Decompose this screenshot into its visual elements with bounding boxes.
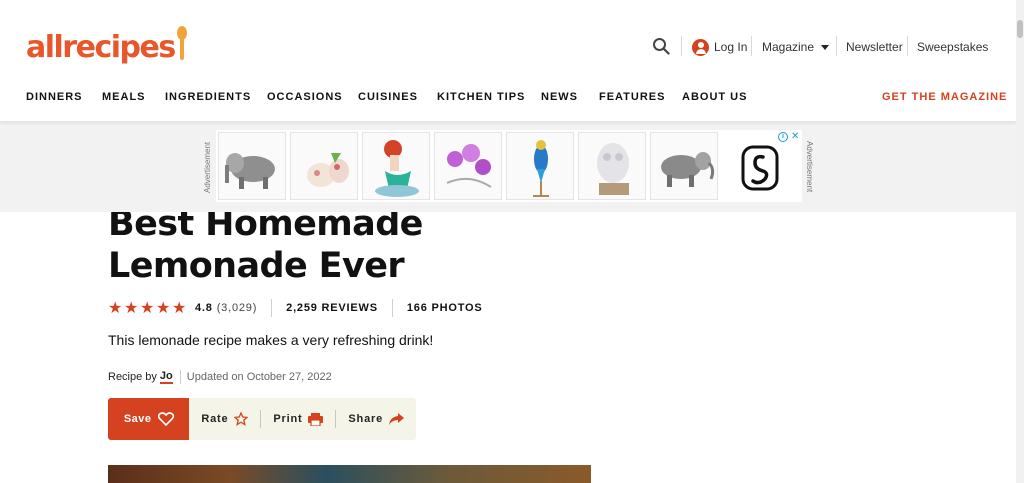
photos-link[interactable]: 166 PHOTOS [407, 302, 483, 314]
byline: Recipe by Jo Updated on October 27, 2022 [108, 370, 332, 384]
star-outline-icon [234, 412, 249, 426]
get-the-magazine-link[interactable]: GET THE MAGAZINE [882, 91, 1007, 103]
ad-choices[interactable]: i ✕ [778, 131, 802, 143]
star-icon: ★ [156, 299, 172, 317]
rating-value: 4.8 [195, 302, 213, 314]
caret-down-icon [821, 44, 830, 50]
ad-product-owl[interactable] [578, 132, 646, 200]
magazine-label: Magazine [762, 40, 815, 54]
reviews-link[interactable]: 2,259 REVIEWS [286, 302, 378, 314]
divider [271, 299, 273, 317]
star-icon: ★ [172, 299, 188, 317]
recipe-title: Best Homemade Lemonade Ever [108, 204, 423, 286]
divider [836, 36, 837, 56]
share-arrow-icon [389, 413, 404, 425]
divider [179, 370, 181, 384]
divider [391, 299, 393, 317]
updated-date: Updated on October 27, 2022 [186, 371, 332, 383]
nav-item-features[interactable]: FEATURES [599, 91, 665, 103]
printer-icon [308, 412, 324, 426]
divider [681, 36, 682, 56]
nav-item-kitchen-tips[interactable]: KITCHEN TIPS [437, 91, 525, 103]
save-label: Save [123, 413, 152, 425]
allrecipes-logo[interactable]: allrecipes [26, 26, 188, 66]
sweepstakes-link[interactable]: Sweepstakes [917, 36, 988, 58]
nav-item-ingredients[interactable]: INGREDIENTS [165, 91, 251, 103]
ad-close-icon[interactable]: ✕ [791, 132, 799, 142]
share-button[interactable]: Share [336, 398, 416, 440]
rating-count: (3,029) [216, 302, 258, 314]
print-label: Print [273, 413, 303, 425]
share-label: Share [348, 413, 383, 425]
nav-item-about-us[interactable]: ABOUT US [682, 91, 747, 103]
login-label: Log In [714, 40, 748, 54]
login-link[interactable]: Log In [692, 36, 747, 58]
rate-label: Rate [201, 413, 229, 425]
search-icon[interactable] [652, 37, 670, 55]
logo-text: allrecipes [26, 30, 176, 65]
swan-logo-icon[interactable] [741, 145, 779, 191]
ad-label-left: Advertisement [203, 141, 212, 193]
nav-item-news[interactable]: NEWS [541, 91, 578, 103]
save-button[interactable]: Save [108, 398, 190, 440]
recipe-actions: Save Rate Print Share [108, 398, 416, 440]
recipe-hero-image[interactable] [108, 465, 591, 483]
author-link[interactable]: Jo [159, 370, 173, 384]
account-icon [692, 38, 709, 56]
ad-product-cow[interactable] [290, 132, 358, 200]
scrollbar-thumb[interactable] [1017, 20, 1023, 38]
recipe-description: This lemonade recipe makes a very refres… [108, 332, 434, 348]
ad-label-right: Advertisement [805, 141, 814, 193]
ad-product-elephant-2[interactable] [650, 132, 718, 200]
ad-product-mermaid[interactable] [362, 132, 430, 200]
print-button[interactable]: Print [261, 398, 335, 440]
star-rating[interactable]: ★ ★ ★ ★ ★ [108, 299, 188, 317]
sweepstakes-label: Sweepstakes [917, 40, 989, 54]
nav-item-cuisines[interactable]: CUISINES [358, 91, 418, 103]
magazine-dropdown[interactable]: Magazine [762, 36, 830, 58]
newsletter-label: Newsletter [846, 40, 903, 54]
star-icon: ★ [124, 299, 140, 317]
main-nav: DINNERS MEALS INGREDIENTS OCCASIONS CUIS… [0, 91, 1016, 107]
rate-button[interactable]: Rate [189, 398, 260, 440]
spoon-logo-icon [176, 26, 188, 62]
newsletter-link[interactable]: Newsletter [846, 36, 903, 58]
star-icon: ★ [108, 299, 124, 317]
divider [907, 36, 908, 56]
ad-product-elephant[interactable] [218, 132, 286, 200]
scrollbar[interactable] [1016, 0, 1024, 483]
rating-row: ★ ★ ★ ★ ★ 4.8 (3,029) 2,259 REVIEWS 166 … [108, 299, 483, 317]
site-header: allrecipes Log In Magazine Newsletter Sw… [0, 0, 1016, 122]
ad-product-parrot[interactable] [506, 132, 574, 200]
ad-info-icon[interactable]: i [778, 132, 788, 142]
ad-product-orchid[interactable] [434, 132, 502, 200]
nav-item-occasions[interactable]: OCCASIONS [267, 91, 343, 103]
byline-prefix: Recipe by [108, 371, 157, 383]
nav-item-meals[interactable]: MEALS [102, 91, 146, 103]
heart-icon [157, 412, 174, 426]
star-icon: ★ [140, 299, 156, 317]
advertisement-banner[interactable] [216, 130, 802, 202]
nav-item-dinners[interactable]: DINNERS [26, 91, 83, 103]
divider [751, 36, 752, 56]
